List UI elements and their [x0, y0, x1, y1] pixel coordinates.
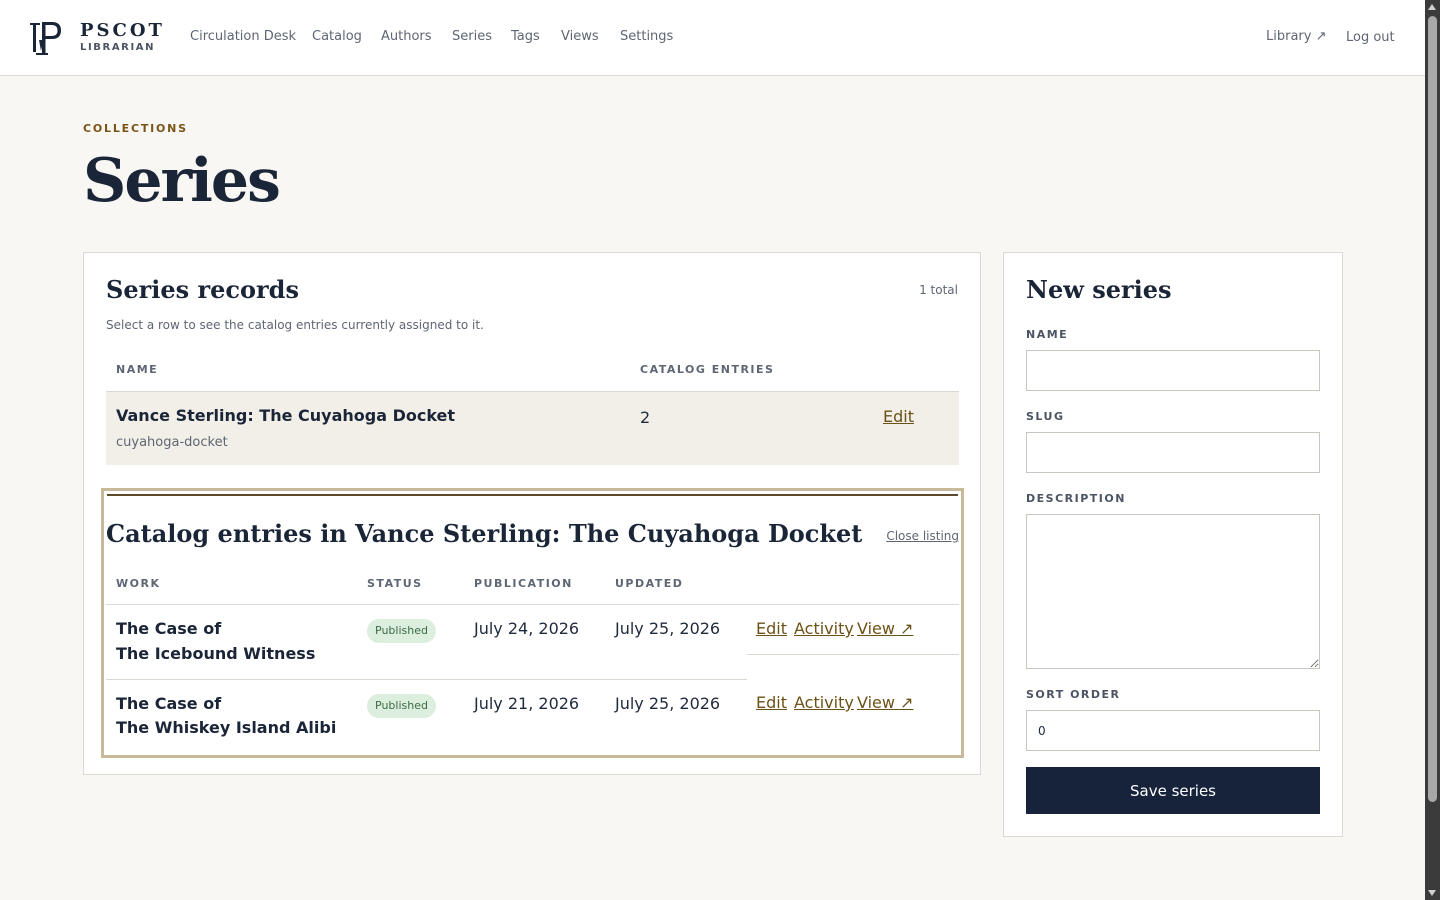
top-navigation: PSCOT LIBRARIAN Circulation Desk Catalog…	[0, 0, 1425, 76]
name-label: NAME	[1026, 328, 1069, 341]
logout-link[interactable]: Log out	[1346, 30, 1395, 45]
work-title-line2: The Icebound Witness	[116, 644, 316, 663]
slug-label: SLUG	[1026, 410, 1065, 423]
save-series-button[interactable]: Save series	[1026, 767, 1320, 814]
listing-header-divider	[106, 604, 959, 605]
status-badge: Published	[367, 619, 436, 643]
entry-view-link[interactable]: View ↗	[857, 619, 913, 638]
series-name: Vance Sterling: The Cuyahoga Docket	[116, 406, 456, 425]
series-edit-link[interactable]: Edit	[883, 407, 914, 426]
nav-catalog[interactable]: Catalog	[312, 29, 362, 44]
column-header-publication: PUBLICATION	[474, 577, 573, 590]
listing-top-rule	[107, 494, 958, 496]
scroll-up-arrow-icon[interactable]	[1428, 4, 1436, 10]
scrollbar-thumb[interactable]	[1428, 16, 1437, 802]
entry-edit-link[interactable]: Edit	[756, 619, 787, 638]
nav-circulation-desk[interactable]: Circulation Desk	[190, 29, 296, 44]
series-records-description: Select a row to see the catalog entries …	[106, 318, 484, 332]
entry-activity-link[interactable]: Activity	[794, 693, 854, 712]
page-title: Series	[83, 146, 281, 216]
entry-activity-link[interactable]: Activity	[794, 619, 854, 638]
sort-order-label: SORT ORDER	[1026, 688, 1121, 701]
sort-order-field[interactable]	[1026, 710, 1320, 751]
column-header-work: WORK	[116, 577, 161, 590]
pscot-logo-icon[interactable]	[30, 18, 66, 58]
column-header-status: STATUS	[367, 577, 423, 590]
nav-authors[interactable]: Authors	[381, 29, 432, 44]
total-count: 1 total	[919, 283, 958, 297]
series-records-title: Series records	[106, 275, 299, 304]
work-title-line1: The Case of	[116, 619, 222, 638]
listing-title: Catalog entries in Vance Sterling: The C…	[106, 519, 863, 548]
description-label: DESCRIPTION	[1026, 492, 1126, 505]
column-header-name: NAME	[116, 363, 159, 376]
work-title-line1: The Case of	[116, 694, 222, 713]
brand-name[interactable]: PSCOT	[80, 20, 165, 41]
updated-date: July 25, 2026	[615, 694, 721, 713]
catalog-entries-listing: Catalog entries in Vance Sterling: The C…	[101, 488, 964, 758]
work-title-line2: The Whiskey Island Alibi	[116, 718, 337, 737]
entry-edit-link[interactable]: Edit	[756, 693, 787, 712]
nav-settings[interactable]: Settings	[620, 29, 673, 44]
publication-date: July 24, 2026	[474, 619, 580, 638]
new-series-title: New series	[1026, 275, 1172, 304]
page-scrollbar[interactable]	[1425, 0, 1440, 900]
series-slug: cuyahoga-docket	[116, 435, 228, 450]
series-entry-count: 2	[640, 408, 651, 427]
row-divider	[106, 679, 747, 680]
nav-series[interactable]: Series	[452, 29, 492, 44]
slug-field[interactable]	[1026, 432, 1320, 473]
updated-date: July 25, 2026	[615, 619, 721, 638]
series-records-card: Series records 1 total Select a row to s…	[83, 252, 981, 775]
library-link[interactable]: Library ↗	[1266, 29, 1326, 44]
entry-view-link[interactable]: View ↗	[857, 693, 913, 712]
description-field[interactable]	[1026, 514, 1320, 669]
publication-date: July 21, 2026	[474, 694, 580, 713]
column-header-catalog-entries: CATALOG ENTRIES	[640, 363, 775, 376]
status-badge: Published	[367, 694, 436, 718]
name-field[interactable]	[1026, 350, 1320, 391]
new-series-card: New series NAME SLUG DESCRIPTION SORT OR…	[1003, 252, 1343, 837]
nav-views[interactable]: Views	[561, 29, 599, 44]
series-row[interactable]: Vance Sterling: The Cuyahoga Docket cuya…	[106, 392, 959, 465]
close-listing-link[interactable]: Close listing	[886, 529, 959, 543]
nav-tags[interactable]: Tags	[511, 29, 540, 44]
page-eyebrow: COLLECTIONS	[83, 122, 188, 135]
brand-subtitle: LIBRARIAN	[80, 42, 156, 53]
actions-divider	[747, 654, 959, 655]
column-header-updated: UPDATED	[615, 577, 684, 590]
scroll-down-arrow-icon[interactable]	[1428, 890, 1436, 896]
